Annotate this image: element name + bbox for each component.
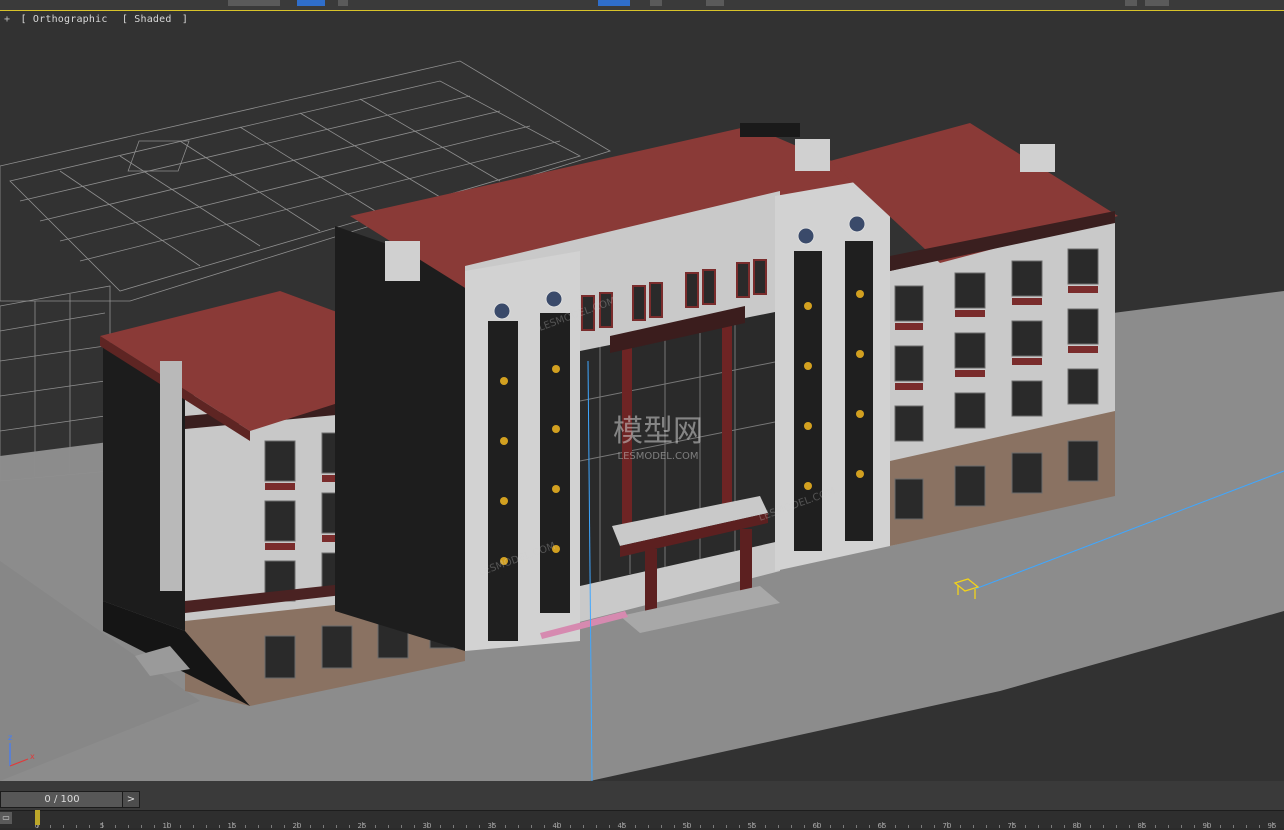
watermark-logo: 模型网 [613,414,703,449]
right-tower-ornament [848,215,866,233]
center-red-pillar [722,326,732,506]
viewport-label[interactable]: + [ Orthographic [ Shaded ] [4,14,196,25]
mirror-button[interactable] [650,0,662,6]
orthographic-viewport[interactable]: + [ Orthographic [ Shaded ] 模型网 LESMODEL… [0,10,1284,782]
timeline-panel: 0 / 100 > 0 5 10 15 20 25 30 35 40 45 50 55 60 65 70 75… [0,781,1284,830]
viewport-menu-plus[interactable]: + [4,14,10,25]
left-tower-dark-panel [540,313,570,613]
right-tower-ornament [797,227,815,245]
timeline-tick-label: 50 [682,822,692,830]
time-slider-counter[interactable]: 0 / 100 [0,791,124,808]
timeline-tick-label: 85 [1137,822,1147,830]
timeline-tick-label: 65 [877,822,887,830]
timeline-tick-label: 20 [292,822,302,830]
timeline-tick-label: 35 [487,822,497,830]
timeline-tick-label: 40 [552,822,562,830]
timeline-tick-label: 25 [357,822,367,830]
snap-toggle-button[interactable] [598,0,630,6]
entrance-column [740,529,752,591]
roof-parapet [740,123,800,137]
track-bar-toggle-button[interactable]: ▭ [0,812,12,824]
left-tower-ornament [545,290,563,308]
rotate-tool-button[interactable] [338,0,348,6]
left-tower-ornament [493,302,511,320]
timeline-tick-label: 55 [747,822,757,830]
left-tower-dark-panel [488,321,518,641]
axis-x-label: x [30,752,35,761]
time-slider-handle[interactable] [35,810,40,825]
chimney [1020,144,1055,172]
track-bar[interactable]: 0510152025303540455055606570758085909510… [0,810,1284,830]
left-stair-tower [160,361,182,591]
toolbar-dropdown[interactable] [228,0,280,6]
watermark-site: LESMODEL.COM [618,451,699,462]
scene-canvas[interactable]: 模型网 LESMODEL.COM LESMODEL.COM LESMODEL.C… [0,11,1284,781]
shading-mode-menu[interactable]: [ Shaded ] [122,14,192,25]
timeline-tick-label: 45 [617,822,627,830]
timeline-tick-label: 80 [1072,822,1082,830]
axis-z-label: z [8,733,12,742]
render-frame-button[interactable] [1145,0,1169,6]
align-button[interactable] [706,0,724,6]
timeline-tick-label: 60 [812,822,822,830]
chimney [385,241,420,281]
view-name-menu[interactable]: [ Orthographic [20,14,111,25]
select-tool-button[interactable] [297,0,325,6]
timeline-tick-label: 5 [99,822,105,830]
timeline-tick-label: 10 [162,822,172,830]
timeline-tick-label: 95 [1267,822,1277,830]
center-block-side [335,226,465,651]
entrance-column [645,549,657,611]
timeline-tick-label: 70 [942,822,952,830]
timeline-tick-label: 30 [422,822,432,830]
time-slider-next-button[interactable]: > [122,791,140,808]
timeline-tick-label: 90 [1202,822,1212,830]
timeline-tick-label: 75 [1007,822,1017,830]
render-setup-button[interactable] [1125,0,1137,6]
right-tower-dark-panel [845,241,873,541]
chimney [795,139,830,171]
timeline-tick-label: 15 [227,822,237,830]
